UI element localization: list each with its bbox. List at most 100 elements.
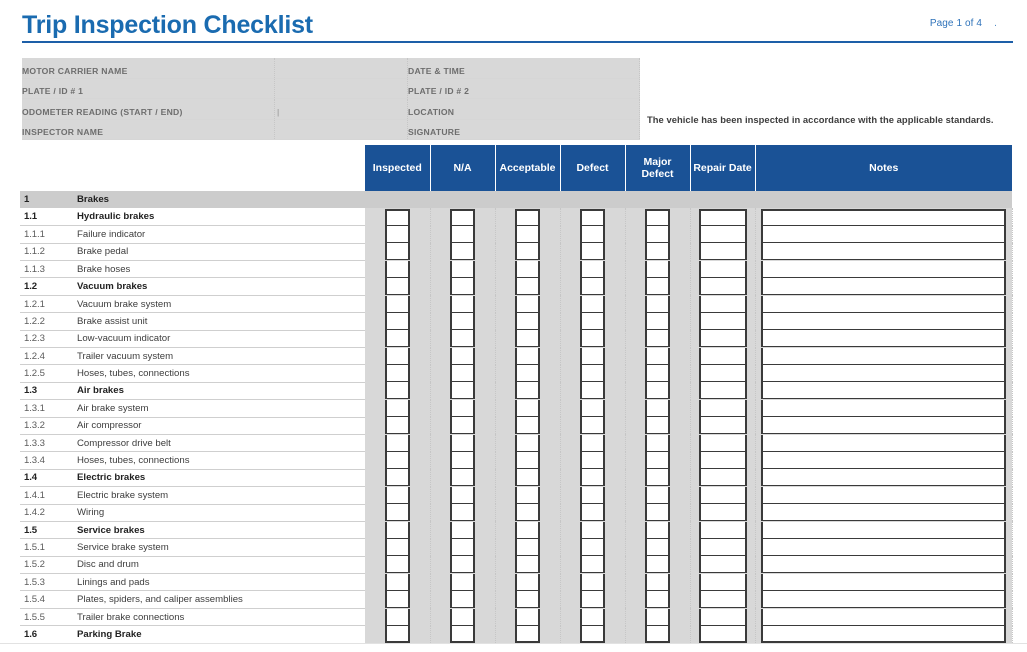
notes-field[interactable] bbox=[761, 400, 1006, 417]
repair-date-field[interactable] bbox=[699, 400, 747, 417]
checkbox-acceptable[interactable] bbox=[515, 591, 540, 608]
checkbox-na[interactable] bbox=[450, 365, 475, 382]
checkbox-na[interactable] bbox=[450, 539, 475, 556]
notes-field[interactable] bbox=[761, 313, 1006, 330]
checkbox-defect[interactable] bbox=[580, 522, 605, 539]
checkbox-acceptable[interactable] bbox=[515, 539, 540, 556]
notes-field[interactable] bbox=[761, 452, 1006, 469]
checkbox-major-defect[interactable] bbox=[645, 382, 670, 399]
checkbox-major-defect[interactable] bbox=[645, 522, 670, 539]
form-field-label-left[interactable]: INSPECTOR NAME bbox=[22, 119, 275, 140]
checkbox-acceptable[interactable] bbox=[515, 278, 540, 295]
checkbox-acceptable[interactable] bbox=[515, 435, 540, 452]
checkbox-defect[interactable] bbox=[580, 452, 605, 469]
checkbox-na[interactable] bbox=[450, 313, 475, 330]
checkbox-acceptable[interactable] bbox=[515, 574, 540, 591]
checkbox-acceptable[interactable] bbox=[515, 209, 540, 226]
repair-date-field[interactable] bbox=[699, 365, 747, 382]
checkbox-defect[interactable] bbox=[580, 209, 605, 226]
checkbox-inspected[interactable] bbox=[385, 469, 410, 486]
form-field-label-left[interactable]: MOTOR CARRIER NAME bbox=[22, 58, 275, 78]
checkbox-major-defect[interactable] bbox=[645, 504, 670, 521]
checkbox-na[interactable] bbox=[450, 226, 475, 243]
checkbox-defect[interactable] bbox=[580, 261, 605, 278]
checkbox-defect[interactable] bbox=[580, 226, 605, 243]
repair-date-field[interactable] bbox=[699, 556, 747, 573]
checkbox-na[interactable] bbox=[450, 609, 475, 626]
checkbox-acceptable[interactable] bbox=[515, 469, 540, 486]
repair-date-field[interactable] bbox=[699, 435, 747, 452]
checkbox-na[interactable] bbox=[450, 417, 475, 434]
checkbox-inspected[interactable] bbox=[385, 591, 410, 608]
checkbox-acceptable[interactable] bbox=[515, 365, 540, 382]
checkbox-defect[interactable] bbox=[580, 574, 605, 591]
notes-field[interactable] bbox=[761, 278, 1006, 295]
checkbox-na[interactable] bbox=[450, 522, 475, 539]
checkbox-na[interactable] bbox=[450, 261, 475, 278]
checkbox-acceptable[interactable] bbox=[515, 522, 540, 539]
checkbox-major-defect[interactable] bbox=[645, 400, 670, 417]
checkbox-na[interactable] bbox=[450, 435, 475, 452]
checkbox-acceptable[interactable] bbox=[515, 226, 540, 243]
checkbox-major-defect[interactable] bbox=[645, 226, 670, 243]
checkbox-inspected[interactable] bbox=[385, 261, 410, 278]
repair-date-field[interactable] bbox=[699, 226, 747, 243]
checkbox-inspected[interactable] bbox=[385, 487, 410, 504]
notes-field[interactable] bbox=[761, 365, 1006, 382]
repair-date-field[interactable] bbox=[699, 591, 747, 608]
form-field-value-mid[interactable]: | bbox=[275, 99, 408, 120]
checkbox-defect[interactable] bbox=[580, 435, 605, 452]
checkbox-inspected[interactable] bbox=[385, 522, 410, 539]
notes-field[interactable] bbox=[761, 469, 1006, 486]
checkbox-defect[interactable] bbox=[580, 365, 605, 382]
notes-field[interactable] bbox=[761, 296, 1006, 313]
checkbox-inspected[interactable] bbox=[385, 452, 410, 469]
repair-date-field[interactable] bbox=[699, 522, 747, 539]
checkbox-acceptable[interactable] bbox=[515, 487, 540, 504]
form-field-label-right[interactable]: PLATE / ID # 2 bbox=[408, 78, 640, 99]
checkbox-inspected[interactable] bbox=[385, 313, 410, 330]
checkbox-acceptable[interactable] bbox=[515, 417, 540, 434]
checkbox-inspected[interactable] bbox=[385, 574, 410, 591]
checkbox-defect[interactable] bbox=[580, 591, 605, 608]
checkbox-acceptable[interactable] bbox=[515, 243, 540, 260]
checkbox-defect[interactable] bbox=[580, 330, 605, 347]
notes-field[interactable] bbox=[761, 261, 1006, 278]
form-field-label-left[interactable]: ODOMETER READING (START / END) bbox=[22, 99, 275, 120]
repair-date-field[interactable] bbox=[699, 487, 747, 504]
checkbox-na[interactable] bbox=[450, 278, 475, 295]
checkbox-defect[interactable] bbox=[580, 504, 605, 521]
checkbox-inspected[interactable] bbox=[385, 417, 410, 434]
checkbox-acceptable[interactable] bbox=[515, 452, 540, 469]
repair-date-field[interactable] bbox=[699, 209, 747, 226]
checkbox-defect[interactable] bbox=[580, 348, 605, 365]
checkbox-acceptable[interactable] bbox=[515, 556, 540, 573]
checkbox-major-defect[interactable] bbox=[645, 591, 670, 608]
checkbox-defect[interactable] bbox=[580, 243, 605, 260]
checkbox-inspected[interactable] bbox=[385, 330, 410, 347]
checkbox-major-defect[interactable] bbox=[645, 261, 670, 278]
checkbox-inspected[interactable] bbox=[385, 626, 410, 643]
repair-date-field[interactable] bbox=[699, 313, 747, 330]
checkbox-defect[interactable] bbox=[580, 296, 605, 313]
form-field-label-right[interactable]: SIGNATURE bbox=[408, 119, 640, 140]
notes-field[interactable] bbox=[761, 226, 1006, 243]
repair-date-field[interactable] bbox=[699, 626, 747, 643]
checkbox-na[interactable] bbox=[450, 382, 475, 399]
checkbox-defect[interactable] bbox=[580, 382, 605, 399]
repair-date-field[interactable] bbox=[699, 504, 747, 521]
form-field-value-mid[interactable] bbox=[275, 119, 408, 140]
checkbox-inspected[interactable] bbox=[385, 504, 410, 521]
repair-date-field[interactable] bbox=[699, 417, 747, 434]
checkbox-acceptable[interactable] bbox=[515, 296, 540, 313]
checkbox-major-defect[interactable] bbox=[645, 348, 670, 365]
notes-field[interactable] bbox=[761, 504, 1006, 521]
checkbox-acceptable[interactable] bbox=[515, 313, 540, 330]
checkbox-na[interactable] bbox=[450, 452, 475, 469]
notes-field[interactable] bbox=[761, 435, 1006, 452]
checkbox-na[interactable] bbox=[450, 348, 475, 365]
checkbox-na[interactable] bbox=[450, 243, 475, 260]
notes-field[interactable] bbox=[761, 626, 1006, 643]
checkbox-inspected[interactable] bbox=[385, 382, 410, 399]
checkbox-na[interactable] bbox=[450, 556, 475, 573]
